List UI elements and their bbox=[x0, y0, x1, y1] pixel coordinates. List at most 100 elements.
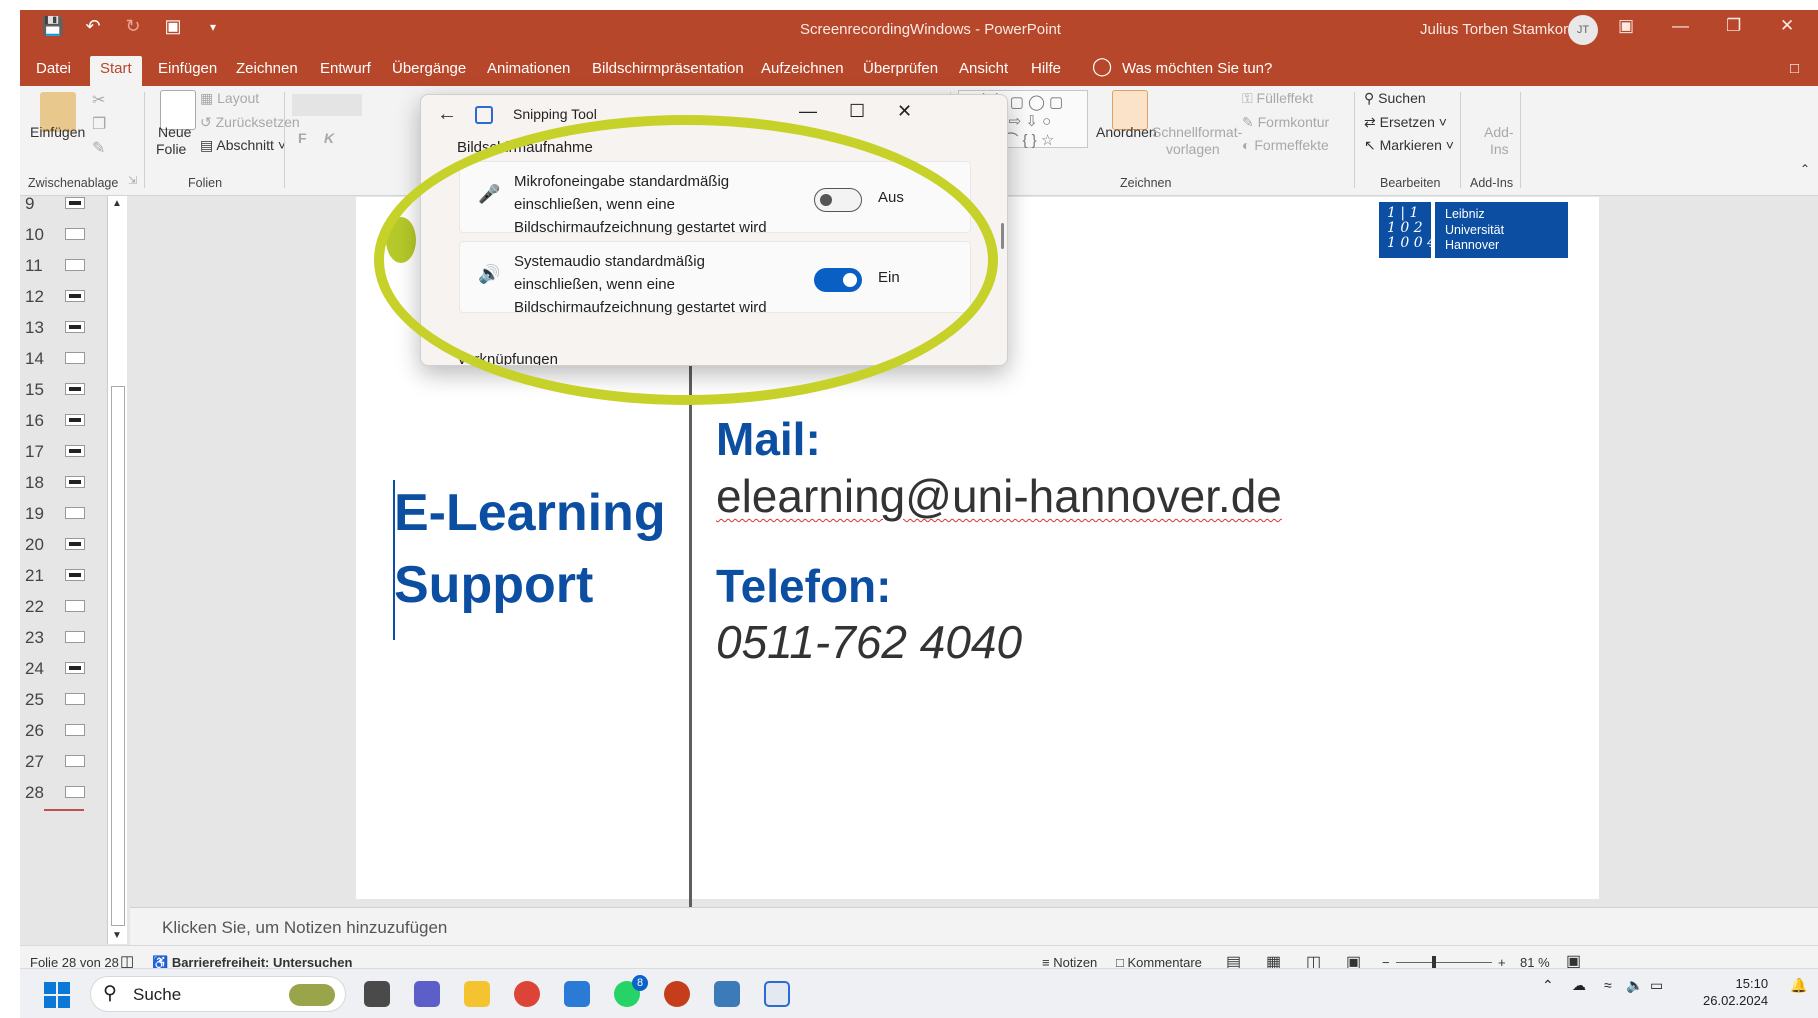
maximize-icon[interactable]: ☐ bbox=[849, 101, 865, 122]
insertion-marker bbox=[44, 809, 84, 811]
onedrive-icon[interactable]: ☁ bbox=[1572, 977, 1586, 994]
minimize-icon[interactable]: — bbox=[1672, 16, 1689, 36]
support-title[interactable]: E-Learning Support bbox=[394, 477, 666, 621]
user-name[interactable]: Julius Torben Stamkort bbox=[1420, 21, 1572, 38]
mail-address[interactable]: elearning@uni-hannover.de bbox=[716, 469, 1282, 523]
file-explorer-icon[interactable] bbox=[464, 981, 490, 1007]
separator bbox=[1354, 92, 1355, 188]
clock[interactable]: 15:10 26.02.2024 bbox=[1703, 975, 1768, 1009]
teams-icon[interactable] bbox=[414, 981, 440, 1007]
shape-fill-button[interactable]: ⚿ Fülleffekt bbox=[1242, 90, 1313, 107]
shape-effects-button[interactable]: ◐ Formeffekte bbox=[1242, 137, 1329, 153]
snipping-tool-taskbar-icon[interactable] bbox=[764, 981, 790, 1007]
tab-hilfe[interactable]: Hilfe bbox=[1031, 60, 1061, 77]
close-icon[interactable]: ✕ bbox=[897, 101, 912, 122]
bold-button[interactable]: F bbox=[298, 130, 307, 146]
redo-icon[interactable]: ↻ bbox=[120, 16, 146, 37]
layout-label: Layout bbox=[217, 90, 260, 106]
mic-toggle[interactable] bbox=[814, 188, 862, 212]
scroll-up-icon[interactable]: ▲ bbox=[112, 198, 122, 209]
dialog-launcher-icon[interactable]: ⇲ bbox=[128, 174, 137, 187]
quick-styles-label-1[interactable]: Schnellformat- bbox=[1152, 124, 1242, 140]
new-slide-label-2[interactable]: Folie bbox=[156, 141, 186, 157]
customize-qat-icon[interactable]: ▾ bbox=[200, 20, 226, 34]
slide-thumb bbox=[65, 600, 85, 612]
restore-icon[interactable]: ❐ bbox=[1726, 16, 1741, 36]
shape-outline-button[interactable]: ✎ Formkontur bbox=[1242, 114, 1329, 131]
store-icon[interactable] bbox=[564, 981, 590, 1007]
zoom-slider[interactable] bbox=[1396, 962, 1492, 963]
volume-icon[interactable]: 🔈 bbox=[1626, 977, 1643, 994]
slide-thumb bbox=[65, 693, 85, 705]
minimize-icon[interactable]: — bbox=[799, 101, 817, 122]
tab-bildschirmpraesentation[interactable]: Bildschirmpräsentation bbox=[592, 60, 744, 77]
slide-thumb bbox=[65, 507, 85, 519]
section-button[interactable]: ▤ Abschnitt ˅ bbox=[200, 137, 286, 154]
copy-icon[interactable]: ❐ bbox=[92, 114, 106, 134]
slide-number: 10 bbox=[25, 225, 44, 244]
font-name-box[interactable] bbox=[292, 94, 362, 116]
tab-einfuegen[interactable]: Einfügen bbox=[158, 60, 217, 77]
layout-button[interactable]: ▦ Layout bbox=[200, 90, 259, 107]
close-icon[interactable]: ✕ bbox=[1780, 16, 1794, 36]
format-painter-icon[interactable]: ✎ bbox=[92, 138, 105, 158]
ribbon-display-icon[interactable]: ▣ bbox=[1618, 16, 1634, 36]
avatar[interactable]: JT bbox=[1568, 15, 1598, 45]
italic-button[interactable]: K bbox=[324, 130, 334, 146]
tab-ansicht[interactable]: Ansicht bbox=[959, 60, 1008, 77]
clock-time: 15:10 bbox=[1735, 976, 1769, 991]
tray-overflow-icon[interactable]: ⌃ bbox=[1542, 977, 1554, 994]
whatsapp-icon[interactable]: 8 bbox=[614, 975, 648, 1007]
tab-zeichnen[interactable]: Zeichnen bbox=[236, 60, 298, 77]
new-slide-label-1[interactable]: Neue bbox=[158, 124, 191, 140]
microphone-icon: 🎤 bbox=[478, 184, 501, 204]
slide-thumb bbox=[65, 259, 85, 271]
wifi-icon[interactable]: ≈ bbox=[1604, 977, 1612, 993]
comments-icon[interactable]: □ bbox=[1790, 60, 1799, 77]
collapse-ribbon-icon[interactable]: ⌃ bbox=[1800, 162, 1810, 176]
task-view-icon[interactable] bbox=[364, 981, 390, 1007]
system-audio-toggle[interactable] bbox=[814, 268, 862, 292]
tell-me-search[interactable]: Was möchten Sie tun? bbox=[1122, 60, 1272, 77]
slide-thumb bbox=[65, 476, 85, 488]
save-icon[interactable]: 💾 bbox=[40, 16, 66, 37]
scrollbar-thumb[interactable] bbox=[111, 386, 125, 926]
addins-label-2[interactable]: Ins bbox=[1490, 141, 1509, 157]
window-title: ScreenrecordingWindows - PowerPoint bbox=[800, 21, 1061, 38]
dialog-scrollbar[interactable] bbox=[1001, 223, 1004, 249]
paste-button[interactable]: Einfügen bbox=[30, 124, 85, 140]
slide-number: 16 bbox=[25, 411, 44, 430]
windows-start-icon[interactable] bbox=[44, 982, 70, 1008]
tab-entwurf[interactable]: Entwurf bbox=[320, 60, 371, 77]
cut-icon[interactable]: ✂ bbox=[92, 90, 105, 110]
arrange-button[interactable]: Anordnen bbox=[1096, 124, 1157, 140]
present-icon[interactable]: ▣ bbox=[160, 16, 186, 37]
thumbnail-scrollbar[interactable]: ▲ ▼ bbox=[107, 196, 127, 944]
battery-icon[interactable]: ▭ bbox=[1650, 977, 1663, 994]
taskbar-search[interactable]: ⚲ Suche bbox=[90, 976, 346, 1012]
slide-thumb bbox=[65, 290, 85, 302]
replace-button[interactable]: ⇄ Ersetzen ˅ bbox=[1364, 114, 1447, 131]
phone-label[interactable]: Telefon: bbox=[716, 559, 891, 613]
notes-pane[interactable]: Klicken Sie, um Notizen hinzuzufügen bbox=[130, 907, 1818, 947]
scroll-down-icon[interactable]: ▼ bbox=[112, 930, 122, 941]
tab-ueberpruefen[interactable]: Überprüfen bbox=[863, 60, 938, 77]
tab-aufzeichnen[interactable]: Aufzeichnen bbox=[761, 60, 844, 77]
notification-bell-icon[interactable]: 🔔 bbox=[1790, 977, 1807, 994]
addins-label-1[interactable]: Add- bbox=[1484, 124, 1514, 140]
find-button[interactable]: ⚲ Suchen bbox=[1364, 90, 1426, 107]
mail-label[interactable]: Mail: bbox=[716, 412, 821, 466]
select-button[interactable]: ↖ Markieren ˅ bbox=[1364, 137, 1454, 154]
quick-styles-label-2[interactable]: vorlagen bbox=[1166, 141, 1220, 157]
tab-uebergaenge[interactable]: Übergänge bbox=[392, 60, 466, 77]
tab-start[interactable]: Start bbox=[90, 56, 142, 86]
undo-icon[interactable]: ↶ bbox=[80, 16, 106, 37]
chrome-icon[interactable] bbox=[514, 981, 540, 1007]
powerpoint-icon[interactable] bbox=[664, 981, 690, 1007]
photos-icon[interactable] bbox=[714, 981, 740, 1007]
tab-animationen[interactable]: Animationen bbox=[487, 60, 570, 77]
phone-number[interactable]: 0511-762 4040 bbox=[716, 615, 1022, 669]
slide-number: 24 bbox=[25, 659, 44, 678]
back-arrow-icon[interactable]: ← bbox=[437, 103, 457, 126]
tab-datei[interactable]: Datei bbox=[36, 60, 71, 77]
